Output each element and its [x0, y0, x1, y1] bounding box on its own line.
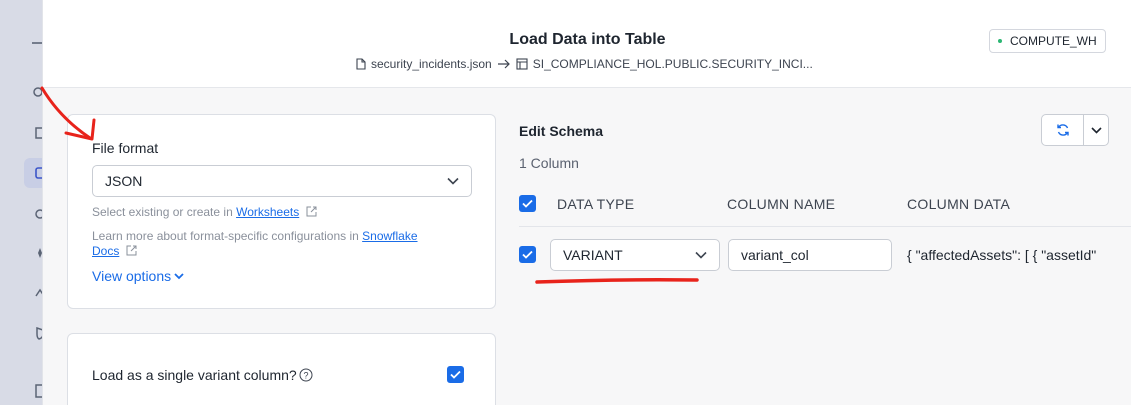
variant-column-label: Load as a single variant column? ? [92, 367, 313, 383]
variant-column-card: Load as a single variant column? ? [67, 333, 496, 405]
warehouse-name: COMPUTE_WH [1010, 34, 1097, 48]
source-file-name: security_incidents.json [371, 57, 492, 71]
column-count: 1 Column [519, 155, 579, 171]
file-format-label: File format [92, 140, 159, 156]
select-all-checkbox[interactable] [519, 195, 536, 212]
help-icon[interactable]: ? [299, 368, 313, 382]
worksheets-hint-text: Select existing or create in [92, 205, 237, 219]
snowflake-docs-link[interactable]: Snowflake [362, 229, 417, 243]
chevron-down-icon [447, 177, 459, 185]
snowflake-docs-link-2[interactable]: Docs [92, 244, 119, 258]
data-type-value: VARIANT [563, 247, 623, 263]
svg-text:?: ? [303, 371, 308, 381]
load-path: security_incidents.json SI_COMPLIANCE_HO… [355, 57, 813, 71]
warehouse-selector[interactable]: COMPUTE_WH [989, 29, 1106, 53]
view-options-button[interactable]: View options [92, 268, 184, 284]
checkmark-icon [450, 370, 461, 379]
external-link-icon [126, 245, 137, 256]
variant-column-checkbox[interactable] [447, 366, 464, 383]
arrow-right-icon [497, 59, 510, 69]
view-options-label: View options [92, 268, 172, 284]
chevron-down-icon [1090, 126, 1102, 134]
external-link-icon [306, 206, 317, 217]
docs-hint: Learn more about format-specific configu… [92, 229, 462, 259]
header-data-type: DATA TYPE [557, 196, 635, 212]
schema-actions [1041, 114, 1109, 146]
data-type-select[interactable]: VARIANT [550, 239, 720, 271]
column-name-input[interactable] [728, 239, 892, 271]
background-sidebar [0, 0, 44, 405]
file-format-card: File format JSON Select existing or crea… [67, 114, 496, 309]
file-icon [356, 58, 366, 70]
checkmark-icon [522, 250, 533, 259]
modal-title: Load Data into Table [509, 31, 666, 48]
table-icon [516, 58, 528, 70]
load-data-modal: Load Data into Table security_incidents.… [42, 0, 1131, 405]
chevron-down-icon [695, 251, 707, 259]
docs-hint-text: Learn more about format-specific configu… [92, 229, 363, 243]
file-format-select[interactable]: JSON [92, 165, 472, 197]
refresh-icon [1056, 124, 1069, 136]
warehouse-status-dot [998, 39, 1002, 43]
modal-header: Load Data into Table security_incidents.… [43, 0, 1131, 88]
column-data-preview: { "affectedAssets": [ { "assetId" [907, 247, 1097, 263]
chevron-down-icon [174, 272, 184, 279]
header-column-data: COLUMN DATA [907, 196, 1011, 212]
more-options-button[interactable] [1084, 115, 1108, 145]
variant-column-text: Load as a single variant column? [92, 367, 297, 383]
target-table-name: SI_COMPLIANCE_HOL.PUBLIC.SECURITY_INCI..… [532, 57, 813, 71]
edit-schema-title: Edit Schema [519, 123, 604, 139]
worksheets-hint: Select existing or create in Worksheets [92, 205, 317, 220]
header-column-name: COLUMN NAME [727, 196, 836, 212]
row-checkbox[interactable] [519, 246, 536, 263]
refresh-button[interactable] [1042, 115, 1084, 145]
file-format-value: JSON [105, 173, 143, 189]
checkmark-icon [522, 199, 533, 208]
worksheets-link[interactable]: Worksheets [236, 205, 299, 219]
header-divider [519, 226, 1131, 227]
